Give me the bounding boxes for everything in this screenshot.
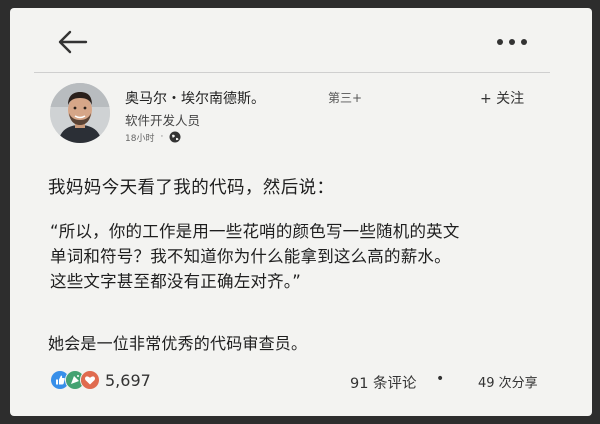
more-options-button[interactable] xyxy=(492,32,532,52)
arrow-left-icon xyxy=(58,30,88,54)
love-icon xyxy=(80,370,100,390)
meta-separator: · xyxy=(160,132,164,142)
more-horizontal-icon xyxy=(497,39,527,45)
top-bar xyxy=(10,8,592,74)
reaction-count: 5,697 xyxy=(105,370,151,390)
post-card: 奥马尔・埃尔南德斯。 第三+ + 关注 软件开发人员 18小时 · 我妈妈今天看… xyxy=(10,8,592,416)
quote-line: 单词和符号？我不知道你为什么能拿到这么高的薪水。 xyxy=(50,247,451,266)
post-time: 18小时 xyxy=(125,133,155,144)
author-name[interactable]: 奥马尔・埃尔南德斯。 xyxy=(125,88,265,108)
shares-count[interactable]: 49 次分享 xyxy=(478,372,538,391)
globe-icon xyxy=(169,131,181,143)
comments-count[interactable]: 91 条评论 xyxy=(350,372,417,393)
reactions-summary[interactable]: 5,697 xyxy=(50,370,151,390)
post-intro: 我妈妈今天看了我的代码，然后说： xyxy=(48,178,335,198)
connection-degree: 第三+ xyxy=(328,91,363,105)
post-closing: 她会是一位非常优秀的代码审查员。 xyxy=(48,334,308,353)
screenshot-frame: 奥马尔・埃尔南德斯。 第三+ + 关注 软件开发人员 18小时 · 我妈妈今天看… xyxy=(0,0,600,424)
back-button[interactable] xyxy=(54,28,90,56)
avatar-photo xyxy=(50,83,110,143)
quote-line: “所以，你的工作是用一些花哨的颜色写一些随机的英文 xyxy=(50,222,460,241)
engagement-separator: • xyxy=(436,371,445,387)
post-meta: 18小时 · xyxy=(125,130,181,144)
header-divider xyxy=(34,72,550,73)
quote-line: 这些文字甚至都没有正确左对齐。” xyxy=(50,272,301,291)
author-avatar[interactable] xyxy=(50,83,110,143)
author-title: 软件开发人员 xyxy=(125,113,201,128)
follow-button[interactable]: + 关注 xyxy=(480,88,524,108)
